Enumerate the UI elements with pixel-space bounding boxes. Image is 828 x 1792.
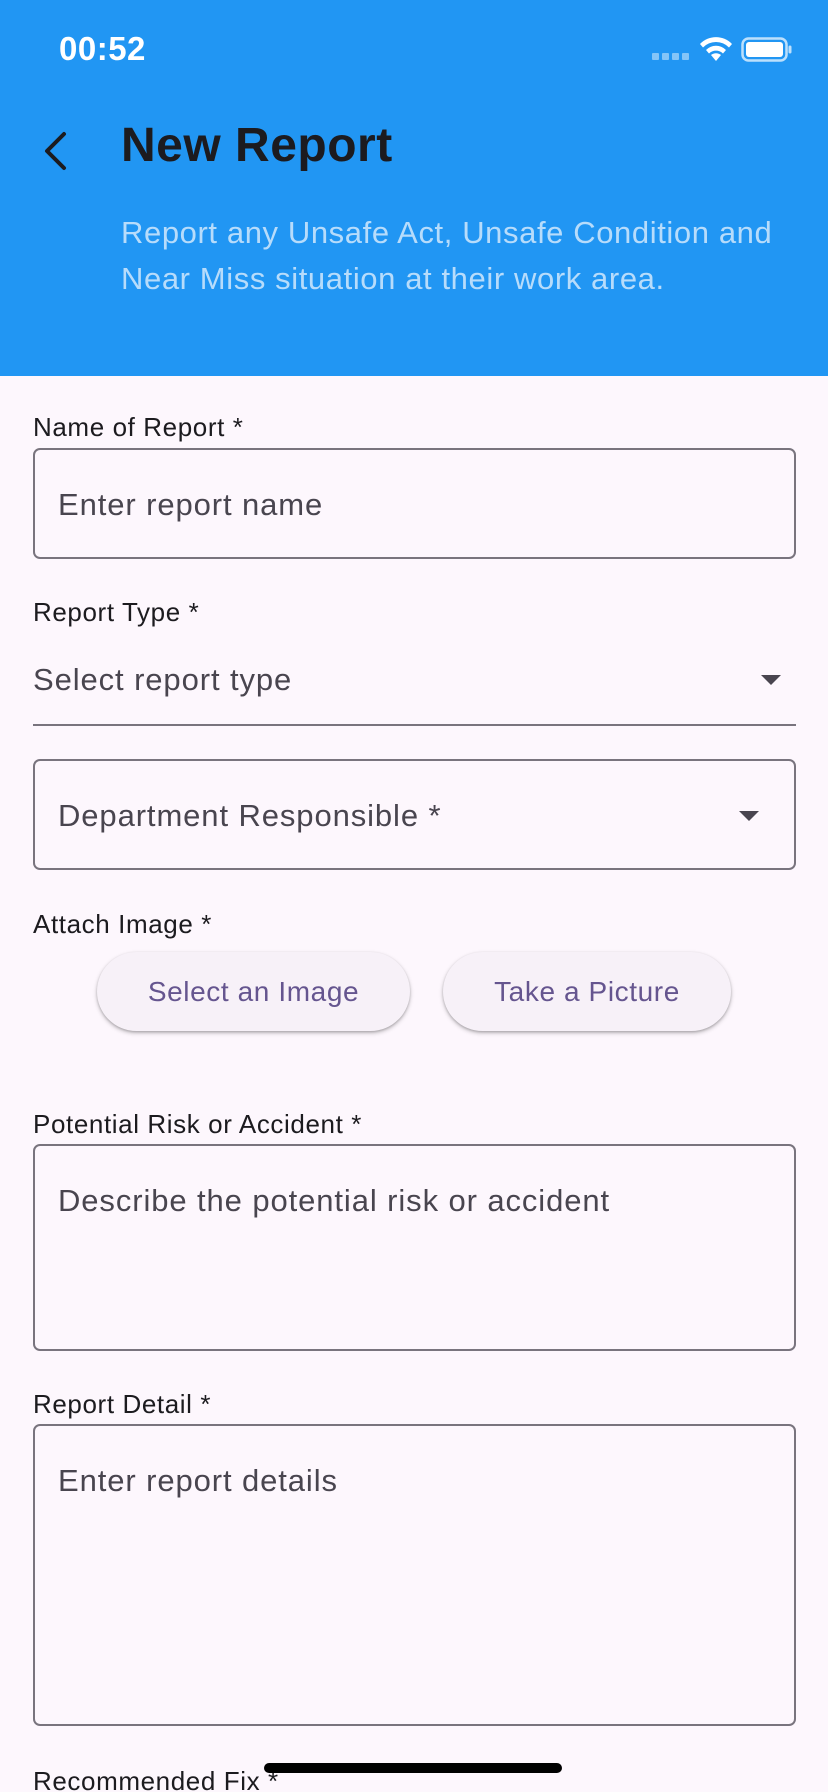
dropdown-arrow-icon [739, 811, 759, 821]
chevron-left-icon [45, 132, 66, 170]
report-type-placeholder: Select report type [33, 662, 293, 697]
report-name-input[interactable]: Enter report name [33, 448, 796, 559]
report-type-label: Report Type * [33, 597, 200, 627]
potential-risk-label: Potential Risk or Accident * [33, 1109, 362, 1139]
report-type-dropdown[interactable]: Select report type [33, 640, 796, 726]
select-image-button[interactable]: Select an Image [97, 952, 410, 1031]
potential-risk-textarea[interactable]: Describe the potential risk or accident [33, 1144, 796, 1351]
recommended-fix-label: Recommended Fix * [33, 1766, 279, 1792]
report-detail-label: Report Detail * [33, 1389, 212, 1419]
report-detail-textarea[interactable]: Enter report details [33, 1424, 796, 1726]
home-indicator [264, 1763, 562, 1773]
page-title: New Report [121, 119, 393, 172]
department-dropdown[interactable]: Department Responsible * [33, 759, 796, 870]
wifi-icon [700, 37, 732, 61]
status-time: 00:52 [59, 30, 146, 67]
app-header: 00:52 New Report Report any Unsafe Act, … [0, 0, 828, 376]
potential-risk-placeholder: Describe the potential risk or accident [58, 1183, 611, 1218]
dropdown-arrow-icon [761, 675, 781, 685]
attach-image-label: Attach Image * [33, 909, 212, 939]
page-subtitle: Report any Unsafe Act, Unsafe Condition … [121, 215, 773, 296]
battery-icon [741, 37, 792, 62]
cellular-signal-icon [652, 53, 692, 61]
report-detail-placeholder: Enter report details [58, 1463, 338, 1498]
report-name-label: Name of Report * [33, 412, 244, 442]
back-button[interactable] [30, 118, 80, 184]
report-name-placeholder: Enter report name [58, 487, 324, 522]
take-picture-button[interactable]: Take a Picture [443, 952, 731, 1031]
department-placeholder: Department Responsible * [58, 798, 442, 833]
